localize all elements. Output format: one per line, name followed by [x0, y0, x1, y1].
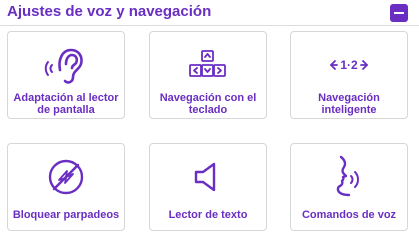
svg-text:1·2: 1·2 [340, 58, 358, 72]
card-text-reader[interactable]: Lector de texto [149, 143, 267, 231]
speaker-icon [150, 160, 266, 194]
header-divider [0, 25, 419, 26]
card-keyboard-navigation[interactable]: Navegación con el teclado [149, 31, 267, 119]
minus-icon [394, 12, 404, 14]
block-flashing-icon [8, 158, 124, 196]
voice-navigation-panel: Ajustes de voz y navegación Adaptación a… [0, 0, 419, 243]
card-label: Navegación con el teclado [159, 92, 257, 116]
card-label: Adaptación al lector de pantalla [13, 92, 119, 116]
card-label: Navegación inteligente [318, 92, 380, 116]
collapse-button[interactable] [390, 4, 408, 22]
panel-title: Ajustes de voz y navegación [7, 3, 212, 20]
card-voice-commands[interactable]: Comandos de voz [290, 143, 408, 231]
voice-commands-icon [291, 154, 407, 198]
card-label: Lector de texto [168, 209, 248, 221]
card-label: Bloquear parpadeos [12, 209, 120, 221]
ear-icon [8, 42, 124, 86]
keyboard-arrows-icon [150, 49, 266, 79]
card-block-flashing[interactable]: Bloquear parpadeos [7, 143, 125, 231]
panel-header: Ajustes de voz y navegación [0, 0, 419, 26]
card-screen-reader-adaptation[interactable]: Adaptación al lector de pantalla [7, 31, 125, 119]
card-label: Comandos de voz [301, 209, 397, 221]
card-smart-navigation[interactable]: 1·2 Navegación inteligente [290, 31, 408, 119]
smart-navigation-icon: 1·2 [291, 58, 407, 72]
